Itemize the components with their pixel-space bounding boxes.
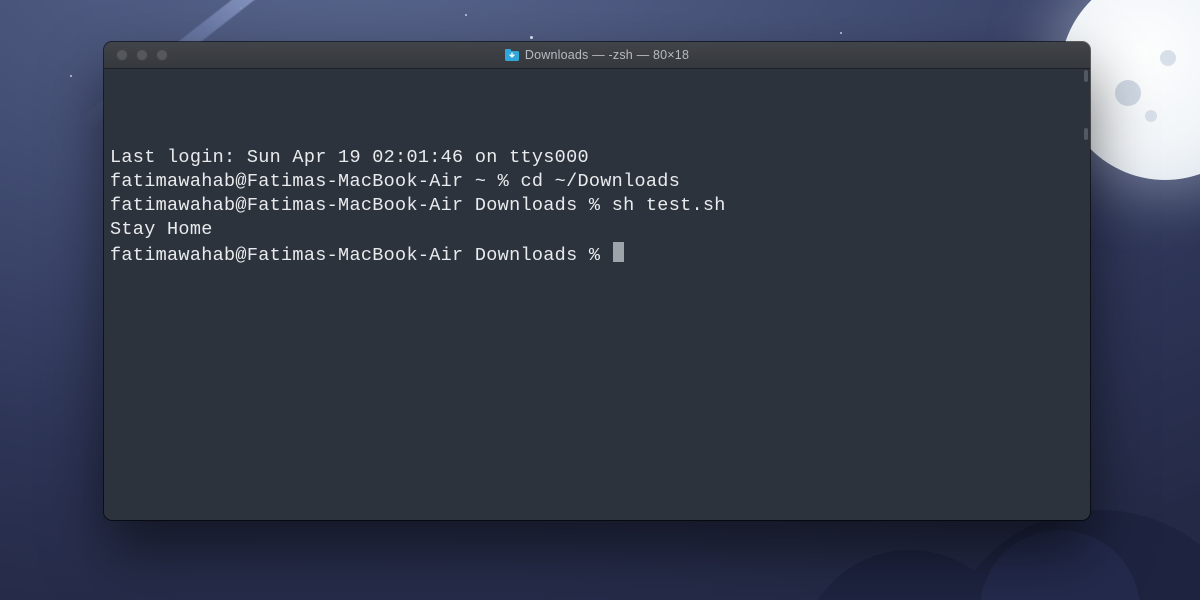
terminal-prompt-line: fatimawahab@Fatimas-MacBook-Air Download… bbox=[110, 242, 1086, 268]
terminal-output-line: Last login: Sun Apr 19 02:01:46 on ttys0… bbox=[110, 146, 1086, 170]
terminal-prompt-line: fatimawahab@Fatimas-MacBook-Air Download… bbox=[110, 194, 1086, 218]
scrollbar[interactable] bbox=[1084, 128, 1088, 140]
window-title: Downloads — -zsh — 80×18 bbox=[525, 48, 689, 62]
terminal-output-line: Stay Home bbox=[110, 218, 1086, 242]
folder-downloads-icon bbox=[505, 49, 519, 61]
shell-command: sh test.sh bbox=[612, 195, 726, 216]
window-traffic-lights bbox=[104, 49, 168, 61]
star-icon bbox=[70, 75, 72, 77]
shell-prompt: fatimawahab@Fatimas-MacBook-Air ~ % bbox=[110, 171, 520, 192]
zoom-button[interactable] bbox=[156, 49, 168, 61]
terminal-window[interactable]: Downloads — -zsh — 80×18 Last login: Sun… bbox=[104, 42, 1090, 520]
star-icon bbox=[840, 32, 842, 34]
terminal-cursor bbox=[613, 242, 624, 262]
shell-command: cd ~/Downloads bbox=[520, 171, 680, 192]
window-titlebar[interactable]: Downloads — -zsh — 80×18 bbox=[104, 42, 1090, 69]
scrollbar[interactable] bbox=[1084, 70, 1088, 82]
shell-prompt: fatimawahab@Fatimas-MacBook-Air Download… bbox=[110, 195, 612, 216]
minimize-button[interactable] bbox=[136, 49, 148, 61]
star-icon bbox=[530, 36, 533, 39]
terminal-prompt-line: fatimawahab@Fatimas-MacBook-Air ~ % cd ~… bbox=[110, 170, 1086, 194]
close-button[interactable] bbox=[116, 49, 128, 61]
desktop-background: Downloads — -zsh — 80×18 Last login: Sun… bbox=[0, 0, 1200, 600]
shell-prompt: fatimawahab@Fatimas-MacBook-Air Download… bbox=[110, 245, 612, 266]
star-icon bbox=[465, 14, 467, 16]
terminal-body[interactable]: Last login: Sun Apr 19 02:01:46 on ttys0… bbox=[104, 68, 1090, 520]
